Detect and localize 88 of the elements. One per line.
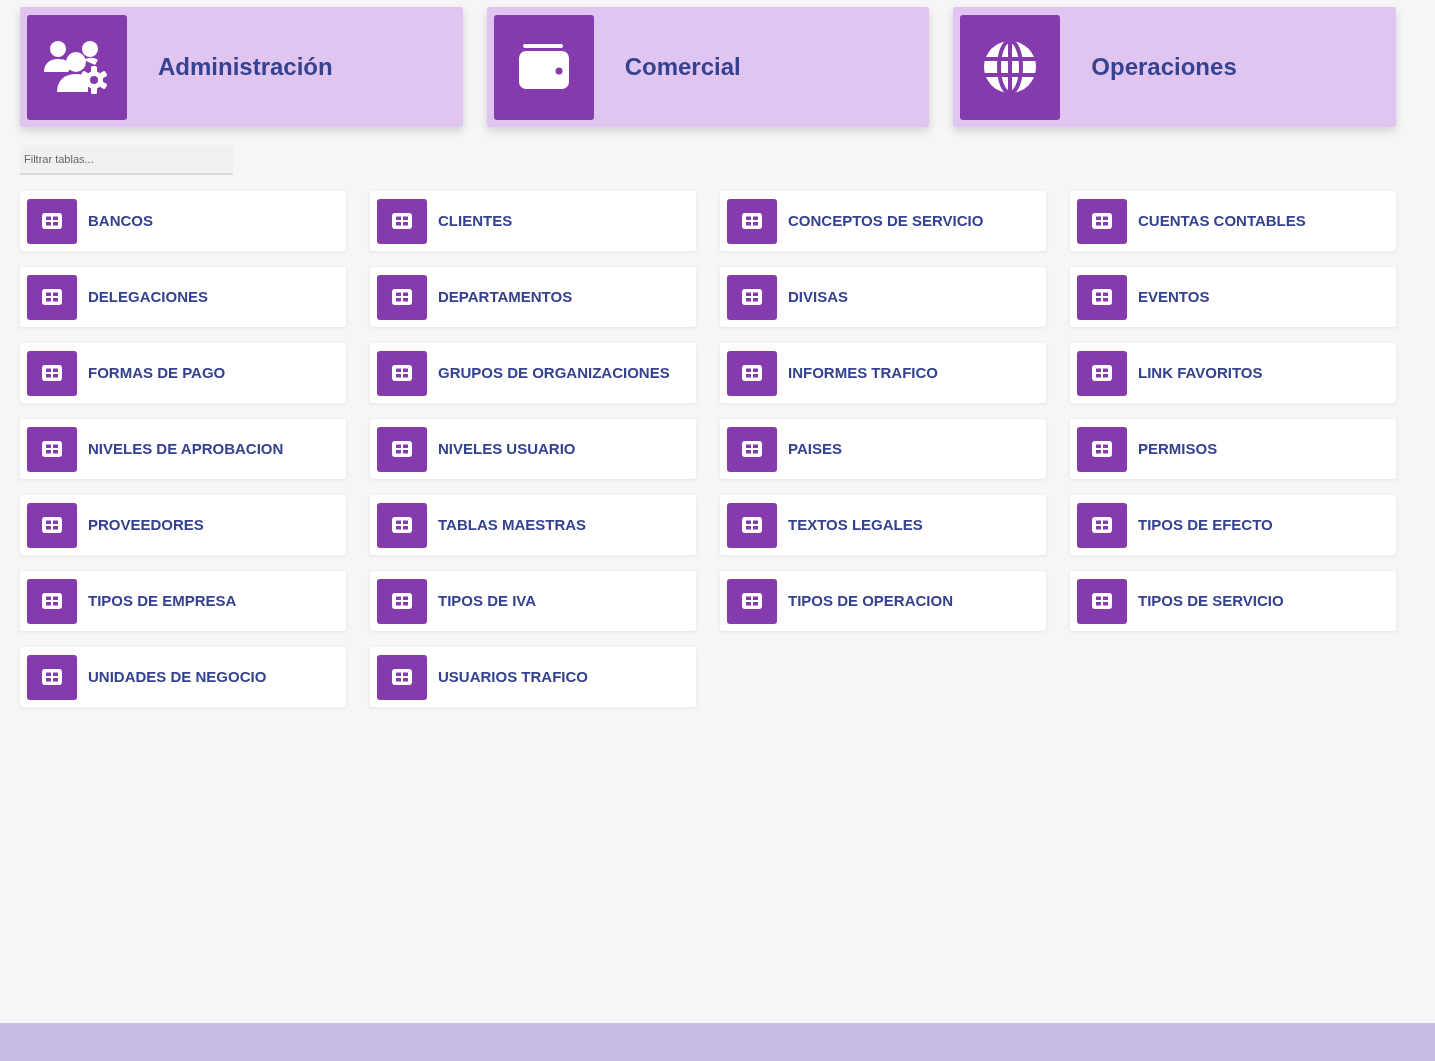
table-name: TABLAS MAESTRAS [438, 514, 587, 535]
table-card[interactable]: NIVELES DE APROBACION [20, 419, 346, 479]
table-name: DEPARTAMENTOS [438, 286, 573, 307]
table-name: CLIENTES [438, 210, 513, 231]
table-icon [42, 441, 62, 457]
table-card[interactable]: TIPOS DE SERVICIO [1070, 571, 1396, 631]
table-icon [742, 517, 762, 533]
table-name: TIPOS DE IVA [438, 590, 537, 611]
table-icon [1092, 289, 1112, 305]
table-card[interactable]: DIVISAS [720, 267, 1046, 327]
table-icon [392, 669, 412, 685]
table-name: USUARIOS TRAFICO [438, 666, 588, 687]
table-name: FORMAS DE PAGO [88, 362, 226, 383]
table-name: PERMISOS [1138, 438, 1218, 459]
table-icon [42, 289, 62, 305]
table-icon [42, 213, 62, 229]
table-name: CONCEPTOS DE SERVICIO [788, 210, 984, 231]
table-card[interactable]: DELEGACIONES [20, 267, 346, 327]
table-icon [42, 365, 62, 381]
table-card[interactable]: PERMISOS [1070, 419, 1396, 479]
module-title: Administración [158, 52, 333, 82]
table-icon [392, 213, 412, 229]
table-icon [1092, 517, 1112, 533]
table-card[interactable]: UNIDADES DE NEGOCIO [20, 647, 346, 707]
table-name: GRUPOS DE ORGANIZACIONES [438, 362, 670, 383]
table-icon [1092, 593, 1112, 609]
table-icon [742, 289, 762, 305]
table-name: TIPOS DE EFECTO [1138, 514, 1273, 535]
table-card[interactable]: BANCOS [20, 191, 346, 251]
table-icon [392, 517, 412, 533]
table-icon [392, 365, 412, 381]
table-icon [742, 213, 762, 229]
module-title: Comercial [624, 52, 741, 82]
table-icon [1092, 213, 1112, 229]
filter-field[interactable]: Filtrar tablas... [20, 145, 233, 175]
table-icon [1092, 365, 1112, 381]
table-card[interactable]: PROVEEDORES [20, 495, 346, 555]
table-card[interactable]: CLIENTES [370, 191, 696, 251]
table-card[interactable]: NIVELES USUARIO [370, 419, 696, 479]
module-card[interactable]: Administración [20, 7, 463, 127]
table-name: DIVISAS [788, 286, 848, 307]
table-name: UNIDADES DE NEGOCIO [88, 666, 267, 687]
table-card[interactable]: EVENTOS [1070, 267, 1396, 327]
table-name: LINK FAVORITOS [1138, 362, 1263, 383]
table-name: TEXTOS LEGALES [788, 514, 923, 535]
table-card[interactable]: TIPOS DE EMPRESA [20, 571, 346, 631]
table-card[interactable]: TABLAS MAESTRAS [370, 495, 696, 555]
table-icon [742, 593, 762, 609]
globe-icon [983, 40, 1038, 94]
table-icon [1092, 441, 1112, 457]
wallet-icon [516, 43, 571, 91]
table-card[interactable]: PAISES [720, 419, 1046, 479]
table-card[interactable]: TEXTOS LEGALES [720, 495, 1046, 555]
table-name: NIVELES USUARIO [438, 438, 576, 459]
table-name: PROVEEDORES [88, 514, 204, 535]
users-gear-icon [44, 40, 110, 94]
table-icon [42, 669, 62, 685]
table-icon [392, 289, 412, 305]
table-name: NIVELES DE APROBACION [88, 438, 284, 459]
table-name: CUENTAS CONTABLES [1138, 210, 1306, 231]
table-card[interactable]: GRUPOS DE ORGANIZACIONES [370, 343, 696, 403]
table-card[interactable]: USUARIOS TRAFICO [370, 647, 696, 707]
table-name: TIPOS DE OPERACION [788, 590, 954, 611]
table-name: DELEGACIONES [88, 286, 208, 307]
table-card[interactable]: CUENTAS CONTABLES [1070, 191, 1396, 251]
table-card[interactable]: FORMAS DE PAGO [20, 343, 346, 403]
table-icon [42, 517, 62, 533]
module-card[interactable]: Comercial [486, 7, 930, 127]
table-name: EVENTOS [1138, 286, 1210, 307]
table-icon [392, 441, 412, 457]
table-name: INFORMES TRAFICO [788, 362, 938, 383]
table-card[interactable]: CONCEPTOS DE SERVICIO [720, 191, 1046, 251]
table-card[interactable]: TIPOS DE EFECTO [1070, 495, 1396, 555]
table-name: TIPOS DE SERVICIO [1138, 590, 1284, 611]
table-name: TIPOS DE EMPRESA [88, 590, 237, 611]
table-icon [742, 441, 762, 457]
table-icon [392, 593, 412, 609]
table-name: PAISES [788, 438, 842, 459]
table-name: BANCOS [88, 210, 153, 231]
table-icon [42, 593, 62, 609]
table-card[interactable]: DEPARTAMENTOS [370, 267, 696, 327]
table-card[interactable]: LINK FAVORITOS [1070, 343, 1396, 403]
table-card[interactable]: TIPOS DE OPERACION [720, 571, 1046, 631]
table-icon [742, 365, 762, 381]
module-card[interactable]: Operaciones [953, 7, 1396, 127]
module-title: Operaciones [1091, 52, 1237, 82]
table-card[interactable]: TIPOS DE IVA [370, 571, 696, 631]
table-card[interactable]: INFORMES TRAFICO [720, 343, 1046, 403]
